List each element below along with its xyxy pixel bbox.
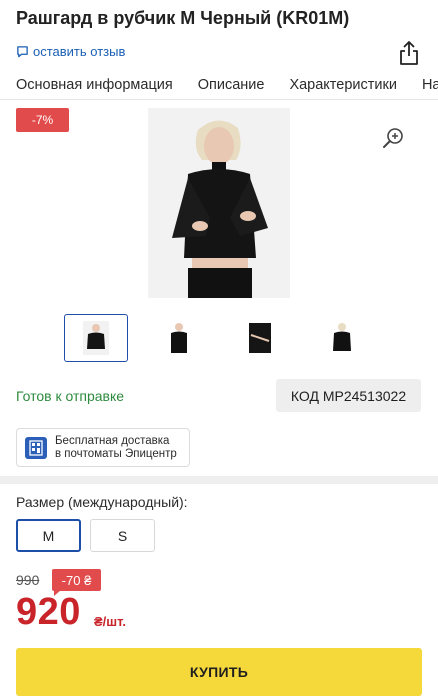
price-unit: ₴/шт.	[94, 614, 126, 629]
product-code: КОД MP24513022	[276, 379, 421, 412]
share-icon[interactable]	[398, 40, 420, 66]
tab-main-info[interactable]: Основная информация	[0, 72, 182, 99]
old-price: 990	[16, 572, 40, 588]
product-title: Рашгард в рубчик M Черный (KR01M)	[16, 8, 350, 28]
thumbnail-3[interactable]	[228, 314, 292, 362]
thumbnail-image	[83, 321, 109, 355]
thumbnail-image	[329, 321, 355, 355]
size-label: Размер (международный):	[16, 494, 188, 510]
leave-review-link[interactable]: оставить отзыв	[16, 44, 125, 59]
thumbnail-4[interactable]	[310, 314, 374, 362]
size-option-s[interactable]: S	[90, 519, 155, 552]
thumbnail-2[interactable]	[146, 314, 210, 362]
parcel-locker-icon	[25, 436, 47, 459]
thumbnail-image	[247, 321, 273, 355]
delivery-text: Бесплатная доставка в почтоматы Эпицентр	[55, 435, 177, 461]
delivery-line-2: в почтоматы Эпицентр	[55, 447, 177, 460]
section-divider	[0, 476, 438, 484]
stock-status: Готов к отправке	[16, 388, 125, 404]
tab-characteristics[interactable]: Характеристики	[273, 72, 406, 99]
thumbnail-1[interactable]	[64, 314, 128, 362]
thumbnail-strip	[0, 314, 438, 364]
saving-badge: -70 ₴	[52, 569, 101, 596]
current-price: 920	[16, 591, 81, 633]
zoom-in-icon[interactable]	[381, 126, 405, 150]
tab-reviews[interactable]: Напи	[406, 72, 438, 99]
section-tabs: Основная информация Описание Характерист…	[0, 72, 438, 100]
delivery-line-1: Бесплатная доставка	[55, 434, 170, 447]
free-delivery-banner[interactable]: Бесплатная доставка в почтоматы Эпицентр	[16, 428, 190, 467]
tab-description[interactable]: Описание	[182, 72, 274, 99]
thumbnail-image	[165, 321, 191, 355]
comment-icon	[17, 46, 28, 58]
product-photo[interactable]	[148, 108, 290, 298]
discount-badge: -7%	[16, 108, 69, 132]
size-option-m[interactable]: M	[16, 519, 81, 552]
buy-button[interactable]: КУПИТЬ	[16, 648, 422, 696]
leave-review-label: оставить отзыв	[33, 44, 126, 59]
